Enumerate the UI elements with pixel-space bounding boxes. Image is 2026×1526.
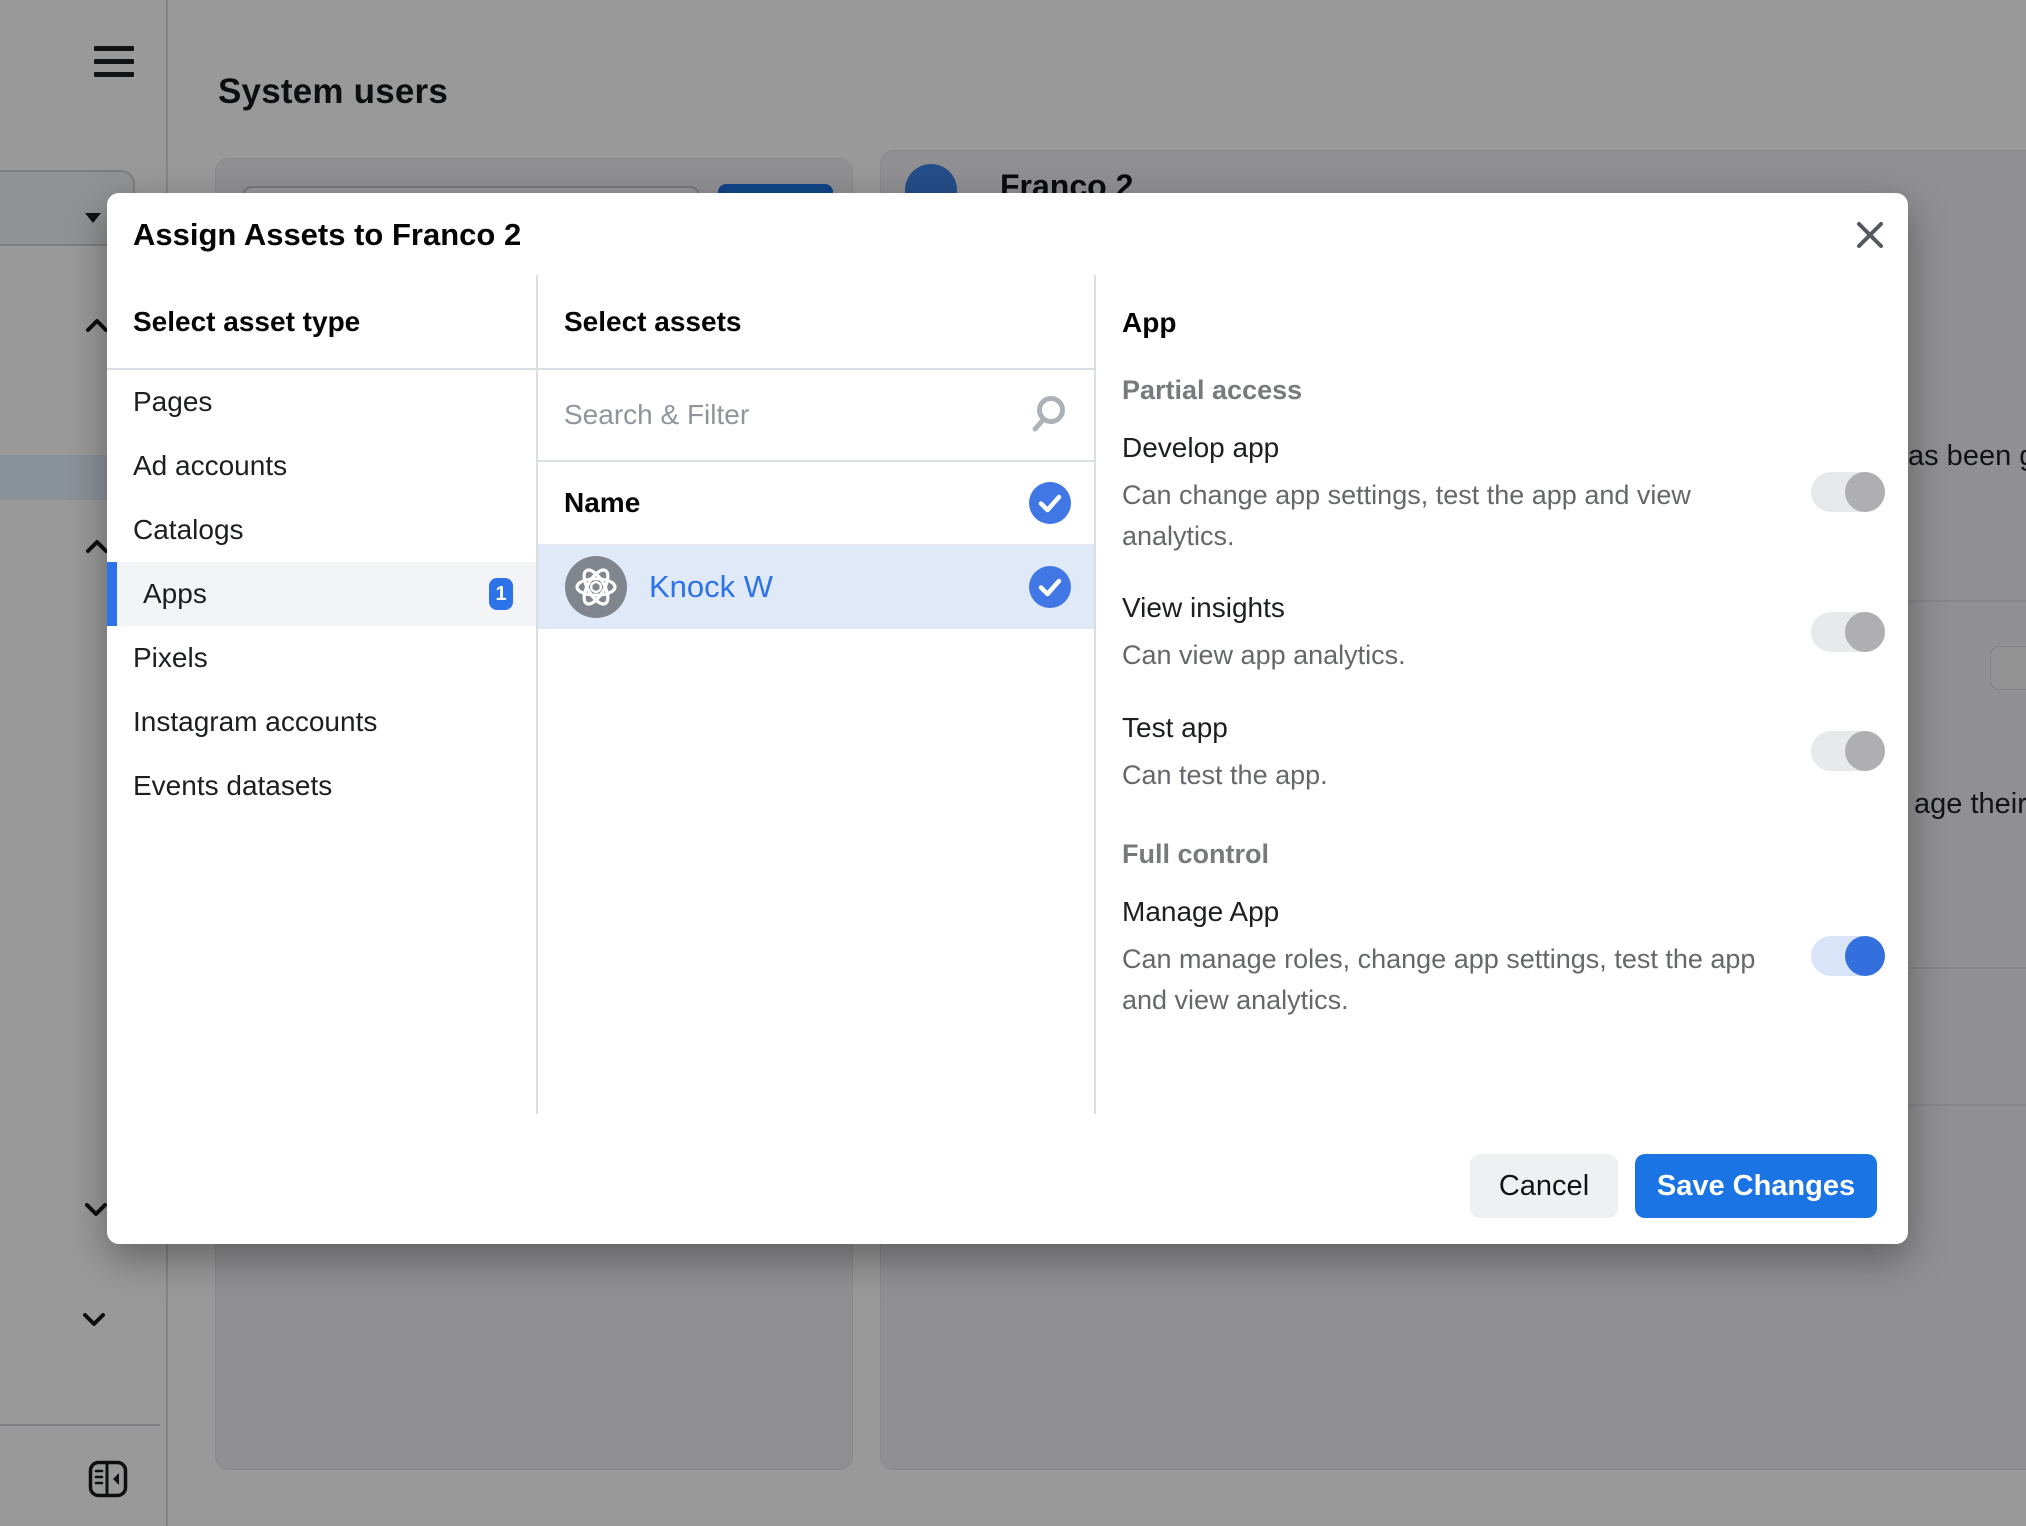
select-all-check-icon[interactable]: [1029, 482, 1071, 524]
search-input[interactable]: [564, 399, 1030, 431]
section-title-partial-access: Partial access: [1122, 375, 1302, 406]
asset-search-row: [538, 370, 1094, 462]
app-icon: [565, 556, 627, 618]
asset-type-pixels[interactable]: Pixels: [107, 626, 536, 690]
permission-label-test-app: Test app: [1122, 712, 1228, 744]
assets-header: Select assets: [538, 275, 1094, 370]
permissions-header: App: [1096, 275, 1908, 370]
selected-count-badge: 1: [489, 578, 513, 610]
section-title-full-control: Full control: [1122, 839, 1269, 870]
close-icon: [1855, 220, 1885, 250]
asset-row-knock-w[interactable]: Knock W: [538, 545, 1094, 629]
permission-description: Can manage roles, change app settings, t…: [1122, 939, 1787, 1021]
asset-type-header: Select asset type: [107, 275, 536, 370]
toggle-develop-app[interactable]: [1811, 472, 1885, 512]
asset-selected-check-icon[interactable]: [1029, 566, 1071, 608]
assign-assets-dialog: Assign Assets to Franco 2 Select asset t…: [107, 193, 1908, 1244]
permission-label-view-insights: View insights: [1122, 592, 1285, 624]
assets-name-header-row[interactable]: Name: [538, 462, 1094, 545]
asset-type-apps[interactable]: Apps 1: [107, 562, 536, 626]
asset-type-instagram-accounts[interactable]: Instagram accounts: [107, 690, 536, 754]
permission-label-develop-app: Develop app: [1122, 432, 1279, 464]
permission-description: Can test the app.: [1122, 755, 1722, 796]
dialog-title: Assign Assets to Franco 2: [133, 217, 521, 253]
permission-label-manage-app: Manage App: [1122, 896, 1279, 928]
toggle-manage-app[interactable]: [1811, 936, 1885, 976]
asset-type-ad-accounts[interactable]: Ad accounts: [107, 434, 536, 498]
permissions-column: App Partial access Develop app Can chang…: [1096, 275, 1908, 1114]
asset-name: Knock W: [649, 569, 1029, 605]
toggle-view-insights[interactable]: [1811, 612, 1885, 652]
permission-description: Can change app settings, test the app an…: [1122, 475, 1722, 557]
asset-type-pages[interactable]: Pages: [107, 370, 536, 434]
asset-type-events-datasets[interactable]: Events datasets: [107, 754, 536, 818]
asset-type-catalogs[interactable]: Catalogs: [107, 498, 536, 562]
toggle-test-app[interactable]: [1811, 731, 1885, 771]
cancel-button[interactable]: Cancel: [1470, 1154, 1618, 1218]
assets-column: Select assets Name: [538, 275, 1096, 1114]
save-changes-button[interactable]: Save Changes: [1635, 1154, 1877, 1218]
close-button[interactable]: [1852, 217, 1888, 253]
search-icon: [1030, 395, 1068, 435]
asset-type-column: Select asset type Pages Ad accounts Cata…: [107, 275, 538, 1114]
permission-description: Can view app analytics.: [1122, 635, 1722, 676]
